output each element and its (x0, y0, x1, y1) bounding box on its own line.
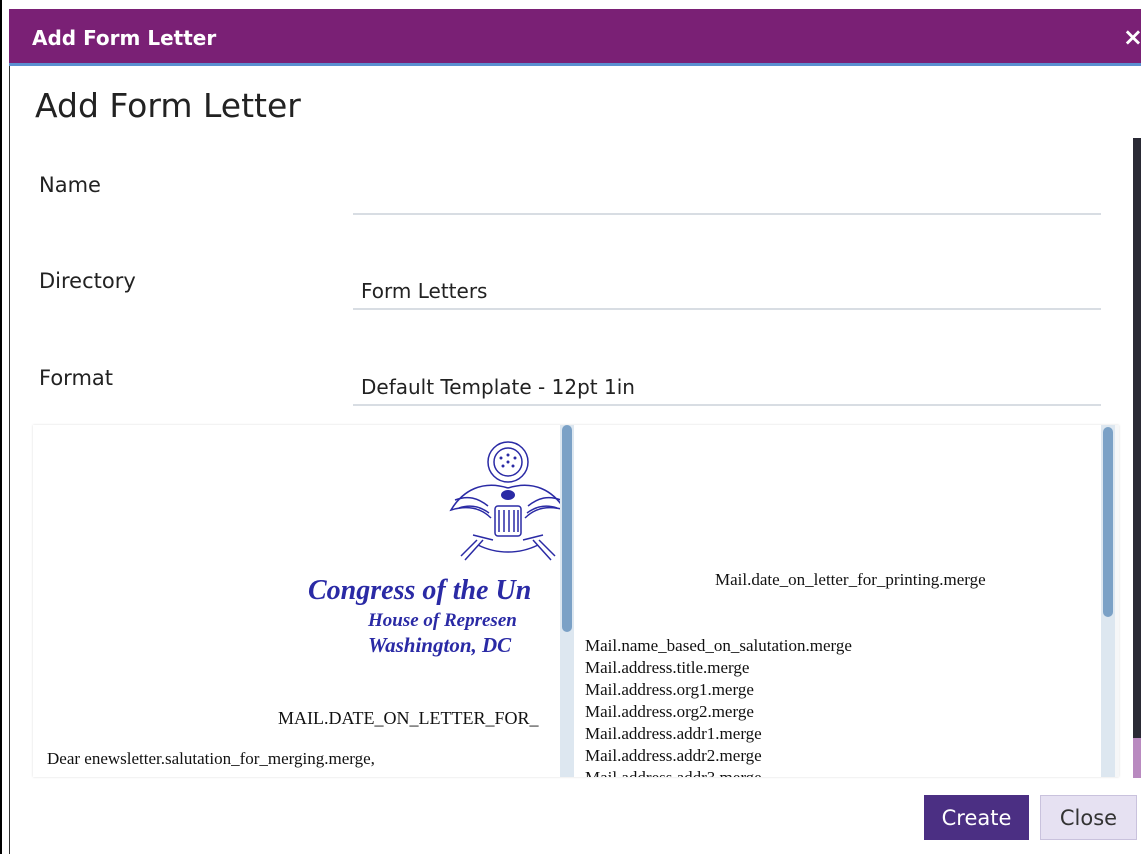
close-button[interactable]: Close (1040, 795, 1137, 840)
list-item: Mail.address.addr2.merge (585, 746, 762, 765)
list-item: Mail.address.addr3.merge (585, 767, 852, 777)
right-pane-scrollbar-thumb[interactable] (1103, 427, 1113, 617)
left-pane-scrollbar[interactable] (560, 425, 574, 777)
list-item: Mail.address.org1.merge (585, 680, 754, 699)
right-pane-scrollbar[interactable] (1101, 425, 1115, 777)
left-pane-scrollbar-thumb[interactable] (562, 425, 572, 632)
dialog-titlebar: Add Form Letter × (9, 9, 1141, 66)
dialog-border (9, 66, 10, 854)
background-panel-edge-accent (1133, 738, 1141, 778)
dialog-title: Add Form Letter (32, 26, 217, 50)
letterhead-line-1: Congress of the Un (308, 575, 532, 606)
letterhead-line-3: Washington, DC (368, 633, 512, 657)
directory-field[interactable]: Form Letters (353, 270, 1101, 310)
letter-preview: Congress of the Un House of Represen Was… (33, 425, 1119, 777)
directory-label: Directory (39, 269, 136, 293)
list-item: Mail.address.org2.merge (585, 702, 754, 721)
letterhead: Congress of the Un House of Represen Was… (308, 440, 568, 657)
format-select-value: Default Template - 12pt 1in (361, 375, 635, 399)
preview-pane-right: Mail.date_on_letter_for_printing.merge M… (574, 425, 1101, 777)
address-merge-list: Mail.name_based_on_salutation.merge Mail… (585, 635, 852, 777)
salutation-line: Dear enewsletter.salutation_for_merging.… (47, 749, 375, 768)
dialog-window: Add Form Letter × Add Form Letter Name D… (0, 0, 1141, 854)
close-icon[interactable]: × (1123, 23, 1141, 51)
page-title: Add Form Letter (35, 86, 301, 125)
format-select[interactable]: Default Template - 12pt 1in (353, 366, 1101, 406)
merge-field-date: Mail.date_on_letter_for_printing.merge (715, 570, 986, 589)
list-item: Mail.address.addr1.merge (585, 724, 762, 743)
merge-field-date: MAIL.DATE_ON_LETTER_FOR_ (278, 708, 539, 728)
format-label: Format (39, 366, 114, 390)
eagle-seal-icon (449, 441, 567, 561)
list-item: Mail.name_based_on_salutation.merge (585, 636, 852, 655)
list-item: Mail.address.title.merge (585, 658, 750, 677)
preview-pane-left: Congress of the Un House of Represen Was… (33, 425, 573, 777)
name-label: Name (39, 173, 101, 197)
background-panel-edge (1133, 138, 1141, 738)
create-button[interactable]: Create (924, 795, 1029, 840)
directory-field-value: Form Letters (361, 279, 488, 303)
window-edge (0, 0, 2, 854)
letterhead-line-2: House of Represen (368, 610, 517, 631)
name-field[interactable] (353, 175, 1101, 215)
